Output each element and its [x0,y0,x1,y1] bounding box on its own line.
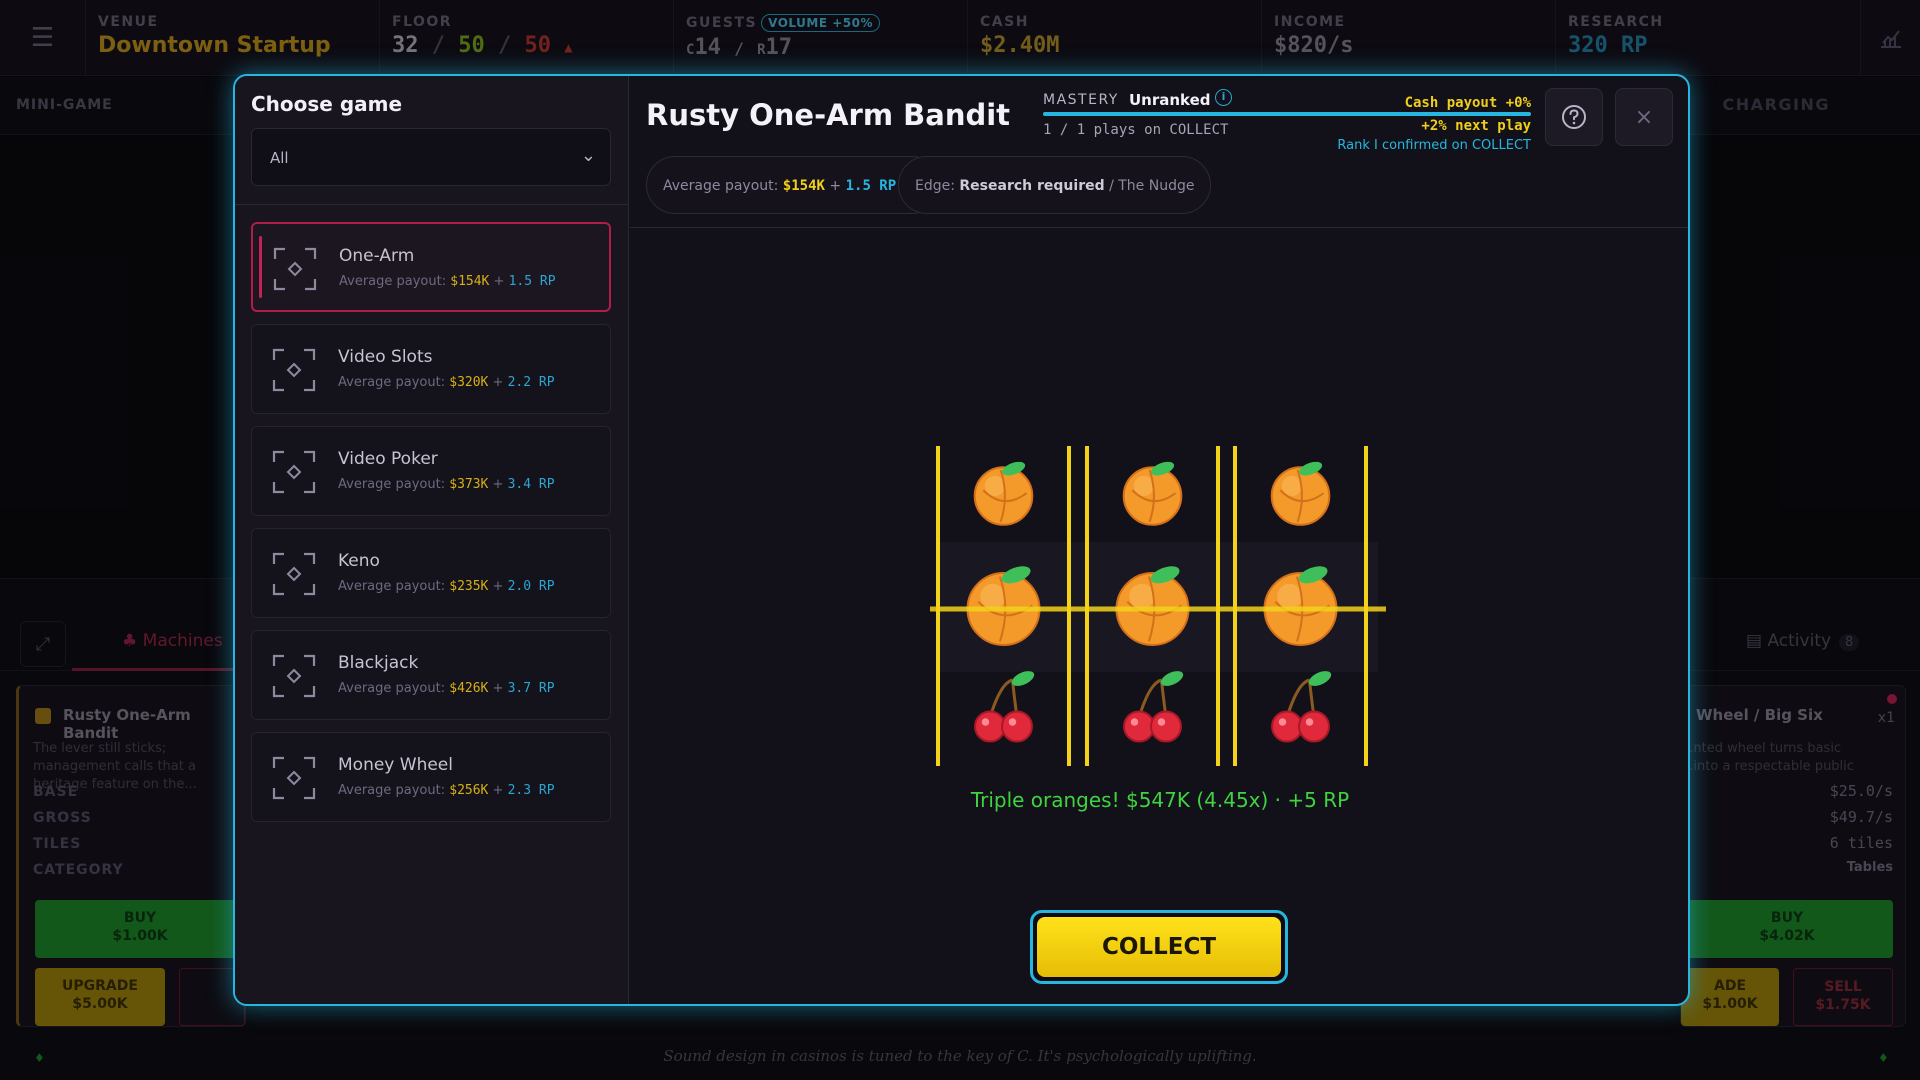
collect-button[interactable]: COLLECT [1030,910,1288,984]
choose-game-title: Choose game [251,92,403,116]
game-payout: Average payout: $154K + 1.5 RP [339,274,556,289]
game-name: One-Arm [339,246,415,266]
game-name: Blackjack [338,653,419,673]
game-placeholder-icon [272,450,316,494]
divider [235,204,629,205]
game-payout: Average payout: $256K + 2.3 RP [338,783,555,798]
result-text: Triple oranges! $547K (4.45x) · +5 RP [970,788,1350,812]
game-placeholder-icon [272,348,316,392]
game-name: Keno [338,551,380,571]
game-payout: Average payout: $320K + 2.2 RP [338,375,555,390]
cherry-icon [974,671,1035,743]
game-list-item[interactable]: Blackjack Average payout: $426K + 3.7 RP [251,630,611,720]
orange-icon [973,461,1034,526]
collect-label: COLLECT [1037,917,1281,977]
game-list-item[interactable]: Video Slots Average payout: $320K + 2.2 R… [251,324,611,414]
game-list-item[interactable]: One-Arm Average payout: $154K + 1.5 RP [251,222,611,312]
active-indicator [259,236,262,298]
slot-reels [930,446,1386,766]
game-list-item[interactable]: Money Wheel Average payout: $256K + 2.3 R… [251,732,611,822]
game-list-sidebar: Choose game All ⌄ One-Arm Average payout:… [235,76,629,1004]
game-placeholder-icon [272,654,316,698]
game-list-item[interactable]: Video Poker Average payout: $373K + 3.4 R… [251,426,611,516]
game-placeholder-icon [272,552,316,596]
orange-icon [1270,461,1331,526]
game-main: Rusty One-Arm Bandit MASTERY Unranked i … [630,76,1688,1004]
game-filter-select[interactable]: All ⌄ [251,128,611,186]
game-placeholder-icon [273,247,317,291]
chevron-down-icon: ⌄ [580,145,596,166]
game-payout: Average payout: $235K + 2.0 RP [338,579,555,594]
game-placeholder-icon [272,756,316,800]
cherry-icon [1271,671,1332,743]
game-name: Video Poker [338,449,438,469]
game-name: Money Wheel [338,755,453,775]
game-modal: Choose game All ⌄ One-Arm Average payout:… [233,74,1690,1006]
game-payout: Average payout: $426K + 3.7 RP [338,681,555,696]
game-payout: Average payout: $373K + 3.4 RP [338,477,555,492]
game-name: Video Slots [338,347,433,367]
filter-value: All [270,149,289,167]
orange-icon [1122,461,1183,526]
cherry-icon [1123,671,1184,743]
game-list-item[interactable]: Keno Average payout: $235K + 2.0 RP [251,528,611,618]
